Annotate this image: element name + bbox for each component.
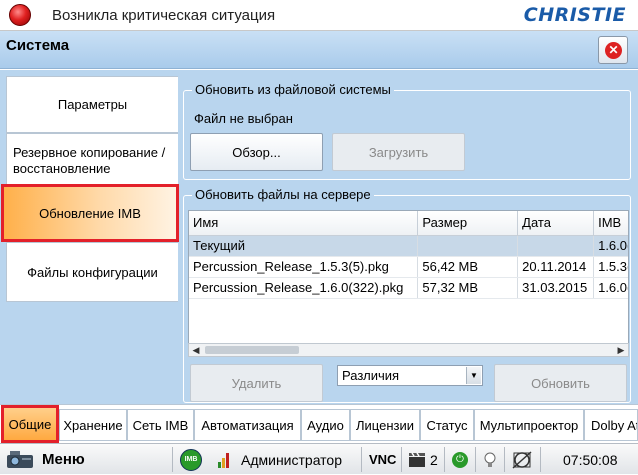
user-level-icon	[218, 452, 229, 468]
cell-date: 31.03.2015	[517, 277, 595, 299]
nav-item-label: Параметры	[57, 97, 128, 112]
cell-size: 56,42 MB	[417, 256, 519, 278]
cell-size: 57,32 MB	[417, 277, 519, 299]
column-header-size[interactable]: Размер	[417, 211, 519, 236]
tab-multiprojector[interactable]: Мультипроектор	[474, 409, 584, 441]
selected-file-status: Файл не выбран	[194, 111, 293, 126]
clock: 07:50:08	[563, 451, 618, 468]
column-header-date[interactable]: Дата	[517, 211, 595, 236]
page-header: Система ✕	[0, 31, 638, 69]
filter-selected-value: Различия	[342, 368, 400, 383]
browse-button[interactable]: Обзор...	[190, 133, 323, 171]
package-table: Имя Размер Дата IMB Текущий 1.6.0( Percu	[188, 210, 629, 356]
nav-item-parameters[interactable]: Параметры	[6, 76, 178, 133]
table-row[interactable]: Percussion_Release_1.5.3(5).pkg 56,42 MB…	[189, 256, 628, 278]
divider	[361, 447, 362, 472]
tab-status[interactable]: Статус	[420, 409, 474, 441]
alarm-message: Возникла критическая ситуация	[52, 7, 276, 24]
cell-size	[417, 235, 519, 257]
cell-date: 20.11.2014	[517, 256, 595, 278]
table-row[interactable]: Percussion_Release_1.6.0(322).pkg 57,32 …	[189, 277, 628, 299]
cell-name: Текущий	[189, 235, 419, 257]
group-legend: Обновить файлы на сервере	[192, 187, 374, 202]
lamp-indicator[interactable]	[483, 444, 497, 475]
server-update-group: Обновить файлы на сервере Имя Размер Дат…	[183, 187, 631, 403]
table-header-row: Имя Размер Дата IMB	[189, 211, 628, 236]
close-button[interactable]: ✕	[598, 36, 628, 64]
divider	[504, 447, 505, 472]
title-bar: Возникла критическая ситуация CHRISTIE	[0, 0, 638, 31]
tab-storage[interactable]: Хранение	[59, 409, 127, 441]
imb-status-icon: IMB	[180, 448, 202, 471]
tab-general[interactable]: Общие	[1, 405, 59, 443]
cell-imb: 1.6.0(	[593, 235, 628, 257]
nav-item-config-files[interactable]: Файлы конфигурации	[6, 242, 178, 302]
nav-item-label: Файлы конфигурации	[27, 264, 158, 280]
tab-bar: Общие Хранение Сеть IMB Автоматизация Ау…	[0, 404, 638, 443]
user-indicator[interactable]: Администратор	[217, 444, 342, 475]
projector-icon	[7, 450, 33, 468]
divider	[444, 447, 445, 472]
main-panel: Параметры Резервное копирование / восста…	[0, 70, 638, 404]
tab-dolby-atmos[interactable]: Dolby At	[584, 409, 638, 441]
nav-item-backup-restore[interactable]: Резервное копирование / восстановление	[6, 133, 178, 188]
shutter-icon	[512, 450, 532, 469]
nav-item-label: Обновление IMB	[39, 205, 141, 221]
menu-button[interactable]: Меню	[6, 444, 85, 475]
tab-automation[interactable]: Автоматизация	[194, 409, 301, 441]
cell-name: Percussion_Release_1.6.0(322).pkg	[189, 277, 419, 299]
vnc-indicator[interactable]: VNC	[369, 444, 396, 475]
scrollbar-thumb[interactable]	[205, 346, 299, 354]
table-row[interactable]: Текущий 1.6.0(	[189, 235, 628, 257]
imb-status[interactable]: IMB	[180, 444, 202, 475]
sessions-indicator[interactable]: 2	[408, 444, 438, 475]
status-bar: Меню IMB Администратор VNC 2 ⏻ 07:50:08	[0, 443, 638, 474]
power-indicator[interactable]: ⏻	[452, 444, 468, 475]
user-name: Администратор	[241, 451, 343, 468]
column-header-imb[interactable]: IMB	[593, 211, 628, 236]
power-icon: ⏻	[452, 451, 468, 468]
nav-item-imb-update[interactable]: Обновление IMB	[1, 184, 179, 242]
filesystem-update-group: Обновить из файловой системы Файл не выб…	[183, 82, 631, 180]
delete-button[interactable]: Удалить	[190, 364, 323, 402]
christie-logo: CHRISTIE	[523, 4, 626, 26]
divider	[172, 447, 173, 472]
alarm-light-icon[interactable]	[9, 4, 31, 26]
cell-date	[517, 235, 595, 257]
dowser-indicator[interactable]	[511, 444, 533, 475]
nav-item-label: Резервное копирование / восстановление	[13, 144, 166, 176]
chevron-down-icon[interactable]: ▼	[466, 367, 481, 384]
sessions-count: 2	[430, 451, 438, 468]
cell-imb: 1.6.0(	[593, 277, 628, 299]
menu-label: Меню	[42, 451, 85, 468]
horizontal-scrollbar[interactable]: ◀ ▶	[188, 343, 629, 357]
tab-imb-network[interactable]: Сеть IMB	[127, 409, 194, 441]
refresh-button[interactable]: Обновить	[494, 364, 627, 402]
group-legend: Обновить из файловой системы	[192, 82, 394, 97]
tab-licenses[interactable]: Лицензии	[350, 409, 420, 441]
cell-imb: 1.5.3(	[593, 256, 628, 278]
scroll-right-icon[interactable]: ▶	[614, 344, 628, 356]
divider	[540, 447, 541, 472]
clapperboard-icon	[409, 452, 425, 467]
lightbulb-icon	[484, 452, 496, 467]
divider	[401, 447, 402, 472]
column-header-name[interactable]: Имя	[189, 211, 419, 236]
tab-audio[interactable]: Аудио	[301, 409, 350, 441]
close-icon: ✕	[605, 42, 622, 59]
upload-button[interactable]: Загрузить	[332, 133, 465, 171]
cell-name: Percussion_Release_1.5.3(5).pkg	[189, 256, 419, 278]
filter-dropdown[interactable]: Различия ▼	[337, 365, 483, 386]
page-title: Система	[6, 37, 70, 54]
scroll-left-icon[interactable]: ◀	[189, 344, 203, 356]
divider	[475, 447, 476, 472]
